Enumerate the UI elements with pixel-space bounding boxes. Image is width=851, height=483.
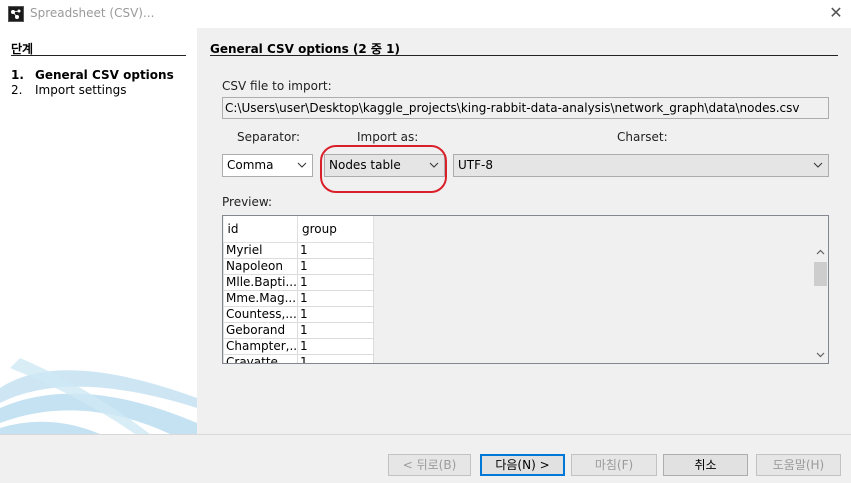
finish-button[interactable]: 마침(F) xyxy=(571,454,657,476)
steps-divider xyxy=(11,55,186,56)
table-cell: Cravatte xyxy=(223,353,298,363)
table-row: Countess,... 1 xyxy=(223,305,374,323)
table-cell: 1 xyxy=(297,353,374,363)
table-row: Geborand 1 xyxy=(223,321,374,339)
table-row: Mlle.Bapti... 1 xyxy=(223,273,374,291)
step-number: 1. xyxy=(11,68,24,82)
table-cell: 1 xyxy=(297,337,374,355)
charset-dropdown[interactable]: UTF-8 xyxy=(453,154,829,177)
section-divider xyxy=(210,55,838,56)
table-cell: 1 xyxy=(297,305,374,323)
table-cell: Champter,... xyxy=(223,337,298,355)
preview-table: id group Myriel 1 Napoleon 1 Mlle.Bapti...… xyxy=(223,216,374,363)
table-cell: 1 xyxy=(297,321,374,339)
table-cell: 1 xyxy=(297,289,374,307)
steps-panel: 단계 1. General CSV options 2. Import settin… xyxy=(0,28,197,434)
main-content: General CSV options (2 중 1) CSV file to … xyxy=(197,28,851,434)
button-bar: < 뒤로(B) 다음(N) > 마침(F) 취소 도움말(H) xyxy=(0,434,851,483)
table-cell: 1 xyxy=(297,257,374,275)
charset-value: UTF-8 xyxy=(458,158,493,172)
table-cell: Countess,... xyxy=(223,305,298,323)
column-header-group[interactable]: group xyxy=(297,216,374,243)
decorative-swoosh-graphic xyxy=(0,358,197,434)
separator-label: Separator: xyxy=(237,130,301,144)
csv-file-label: CSV file to import: xyxy=(222,79,332,93)
table-cell: Geborand xyxy=(223,321,298,339)
table-row: Napoleon 1 xyxy=(223,257,374,275)
step-label: Import settings xyxy=(35,83,127,97)
step-item-import-settings: 2. Import settings xyxy=(11,83,127,97)
app-icon xyxy=(8,6,24,22)
preview-vertical-scrollbar[interactable] xyxy=(812,242,829,363)
table-row: Champter,... 1 xyxy=(223,337,374,355)
close-icon[interactable]: ✕ xyxy=(824,2,848,24)
step-item-general-csv-options: 1. General CSV options xyxy=(11,68,174,82)
scrollbar-thumb[interactable] xyxy=(814,262,827,286)
scroll-up-icon[interactable] xyxy=(812,244,829,261)
column-header-id[interactable]: id xyxy=(223,216,298,243)
back-button[interactable]: < 뒤로(B) xyxy=(388,454,471,476)
table-row: Mme.Mag... 1 xyxy=(223,289,374,307)
separator-dropdown[interactable]: Comma xyxy=(222,154,313,177)
import-as-label: Import as: xyxy=(357,130,419,144)
table-cell: Napoleon xyxy=(223,257,298,275)
highlight-annotation xyxy=(320,145,447,193)
csv-file-path-field[interactable]: C:\Users\user\Desktop\kaggle_projects\ki… xyxy=(222,97,829,119)
scroll-down-icon[interactable] xyxy=(812,346,829,363)
table-header-row: id group xyxy=(223,216,374,243)
preview-table-container[interactable]: id group Myriel 1 Napoleon 1 Mlle.Bapti...… xyxy=(222,215,829,364)
table-row: Cravatte 1 xyxy=(223,353,374,363)
chevron-down-icon xyxy=(297,162,307,168)
preview-label: Preview: xyxy=(222,195,273,209)
table-row: Myriel 1 xyxy=(223,241,374,259)
title-bar: Spreadsheet (CSV)... ✕ xyxy=(0,0,851,28)
help-button[interactable]: 도움말(H) xyxy=(756,454,841,476)
separator-value: Comma xyxy=(227,158,274,172)
table-cell: 1 xyxy=(297,273,374,291)
table-cell: Mlle.Bapti... xyxy=(223,273,298,291)
table-cell: Myriel xyxy=(223,241,298,259)
charset-label: Charset: xyxy=(617,130,668,144)
table-cell: 1 xyxy=(297,241,374,259)
step-label: General CSV options xyxy=(35,68,174,82)
step-number: 2. xyxy=(11,83,23,97)
cancel-button[interactable]: 취소 xyxy=(663,454,748,476)
chevron-down-icon xyxy=(813,162,823,168)
table-cell: Mme.Mag... xyxy=(223,289,298,307)
window-title: Spreadsheet (CSV)... xyxy=(30,6,155,20)
next-button[interactable]: 다음(N) > xyxy=(480,454,565,476)
